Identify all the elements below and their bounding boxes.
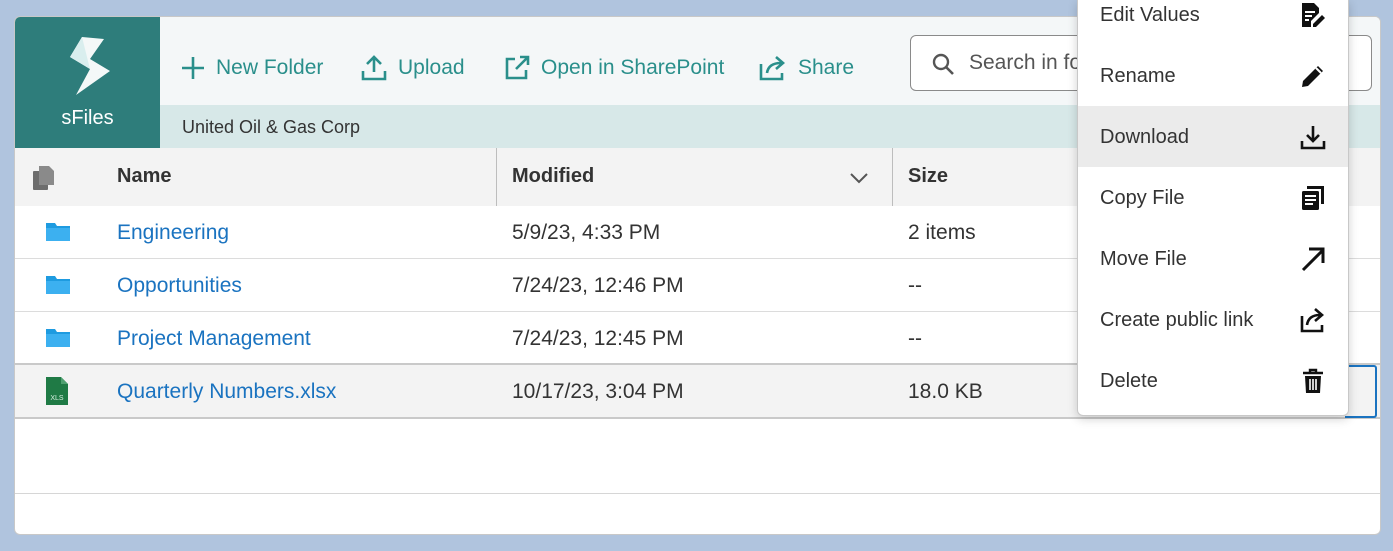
menu-item-label: Create public link — [1100, 309, 1254, 331]
menu-item-label: Edit Values — [1100, 4, 1200, 26]
file-size: 2 items — [908, 221, 976, 244]
menu-item-label: Rename — [1100, 65, 1176, 87]
file-name-link[interactable]: Opportunities — [117, 274, 242, 298]
menu-item-label: Delete — [1100, 370, 1158, 392]
folder-icon — [46, 329, 70, 347]
menu-item-download[interactable]: Download — [1078, 106, 1348, 167]
modified-date: 10/17/23, 3:04 PM — [512, 380, 684, 403]
column-header-modified[interactable]: Modified — [512, 165, 594, 188]
menu-item-move-file[interactable]: Move File — [1078, 228, 1348, 289]
plus-icon — [182, 57, 204, 79]
breadcrumb-item[interactable]: United Oil & Gas Corp — [182, 117, 360, 138]
menu-item-label: Move File — [1100, 248, 1187, 270]
modified-date: 7/24/23, 12:46 PM — [512, 274, 684, 297]
documents-icon[interactable] — [31, 164, 57, 192]
upload-icon — [361, 55, 387, 81]
xls-icon-label: XLS — [50, 395, 64, 402]
upload-label: Upload — [398, 56, 465, 79]
menu-item-delete[interactable]: Delete — [1078, 350, 1348, 411]
menu-item-rename[interactable]: Rename — [1078, 45, 1348, 106]
column-divider[interactable] — [892, 148, 893, 206]
chevron-down-icon[interactable] — [849, 172, 869, 184]
column-divider[interactable] — [496, 148, 497, 206]
trash-icon — [1303, 368, 1323, 393]
download-icon — [1300, 126, 1326, 150]
column-header-name[interactable]: Name — [117, 165, 171, 188]
file-name-link[interactable]: Quarterly Numbers.xlsx — [117, 380, 336, 404]
app-logo: sFiles — [15, 17, 160, 148]
context-menu: Edit Values Rename Download Copy File Mo… — [1077, 0, 1349, 416]
share-icon — [759, 56, 785, 81]
divider — [15, 493, 1380, 494]
upload-button[interactable]: Upload — [360, 53, 465, 83]
share-link-icon — [1300, 308, 1324, 333]
row-actions-button[interactable] — [1345, 365, 1377, 418]
modified-date: 5/9/23, 4:33 PM — [512, 221, 661, 244]
copy-icon — [1302, 186, 1324, 210]
app-name: sFiles — [61, 107, 114, 129]
file-name-link[interactable]: Engineering — [117, 221, 229, 245]
menu-item-label: Copy File — [1100, 187, 1185, 209]
share-label: Share — [798, 56, 855, 79]
arrow-up-right-icon — [1301, 247, 1325, 272]
open-in-sharepoint-label: Open in SharePoint — [541, 56, 725, 79]
search-icon — [932, 53, 954, 75]
menu-item-label: Download — [1100, 126, 1189, 148]
file-name-link[interactable]: Project Management — [117, 327, 311, 351]
new-folder-label: New Folder — [216, 56, 324, 79]
open-in-sharepoint-button[interactable]: Open in SharePoint — [503, 53, 724, 83]
xls-file-icon: XLS — [46, 377, 68, 405]
pencil-icon — [1302, 66, 1323, 87]
column-header-size[interactable]: Size — [908, 165, 948, 188]
share-button[interactable]: Share — [758, 53, 854, 83]
search-placeholder: Search in fo — [969, 51, 1082, 74]
edit-values-icon — [1302, 3, 1325, 27]
sfiles-logo-icon — [70, 37, 110, 95]
menu-item-copy-file[interactable]: Copy File — [1078, 167, 1348, 228]
external-link-icon — [505, 55, 530, 80]
file-size: 18.0 KB — [908, 380, 983, 403]
file-size: -- — [908, 274, 922, 297]
modified-date: 7/24/23, 12:45 PM — [512, 327, 684, 350]
folder-icon — [46, 223, 70, 241]
file-size: -- — [908, 327, 922, 350]
menu-item-create-public-link[interactable]: Create public link — [1078, 289, 1348, 350]
folder-icon — [46, 276, 70, 294]
new-folder-button[interactable]: New Folder — [180, 53, 323, 83]
menu-item-edit-values[interactable]: Edit Values — [1078, 0, 1348, 45]
